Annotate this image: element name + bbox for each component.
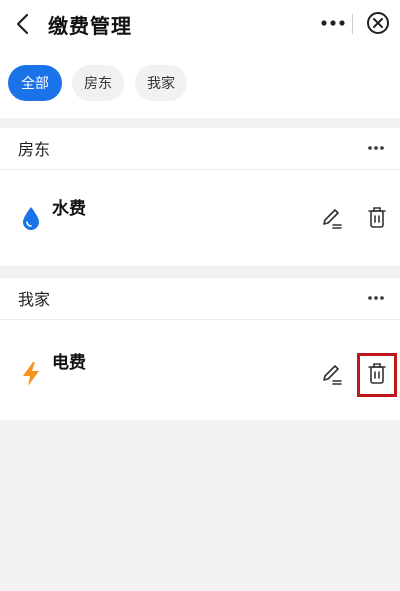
filter-chip-home[interactable]: 我家 <box>135 65 187 101</box>
group-title: 房东 <box>18 140 51 159</box>
lightning-icon <box>23 362 39 386</box>
bill-label: 电费 <box>52 353 86 373</box>
water-drop-icon <box>23 207 39 230</box>
group-title: 我家 <box>18 290 51 309</box>
page-title: 缴费管理 <box>48 14 132 38</box>
highlight-box <box>357 353 397 397</box>
filter-chip-all[interactable]: 全部 <box>8 65 62 101</box>
edit-icon[interactable] <box>320 206 344 230</box>
group-card-home: 我家 电费 <box>0 278 400 420</box>
filter-chip-landlord[interactable]: 房东 <box>72 65 124 101</box>
top-bar: 缴费管理 <box>0 0 400 50</box>
group-header: 房东 <box>0 128 400 170</box>
bill-label: 水费 <box>52 199 86 219</box>
bill-item-electricity[interactable]: 电费 <box>0 320 400 416</box>
group-header: 我家 <box>0 278 400 320</box>
group-more-icon[interactable] <box>366 292 386 304</box>
back-arrow-icon[interactable] <box>12 12 34 36</box>
edit-icon[interactable] <box>320 362 344 386</box>
bill-item-water[interactable]: 水费 <box>0 170 400 266</box>
header-divider <box>352 14 353 34</box>
delete-icon[interactable] <box>366 206 388 230</box>
group-card-landlord: 房东 水费 <box>0 128 400 266</box>
group-more-icon[interactable] <box>366 142 386 154</box>
more-options-icon[interactable] <box>318 13 348 33</box>
close-icon[interactable] <box>366 11 390 35</box>
filter-tabs: 全部 房东 我家 <box>0 50 400 118</box>
